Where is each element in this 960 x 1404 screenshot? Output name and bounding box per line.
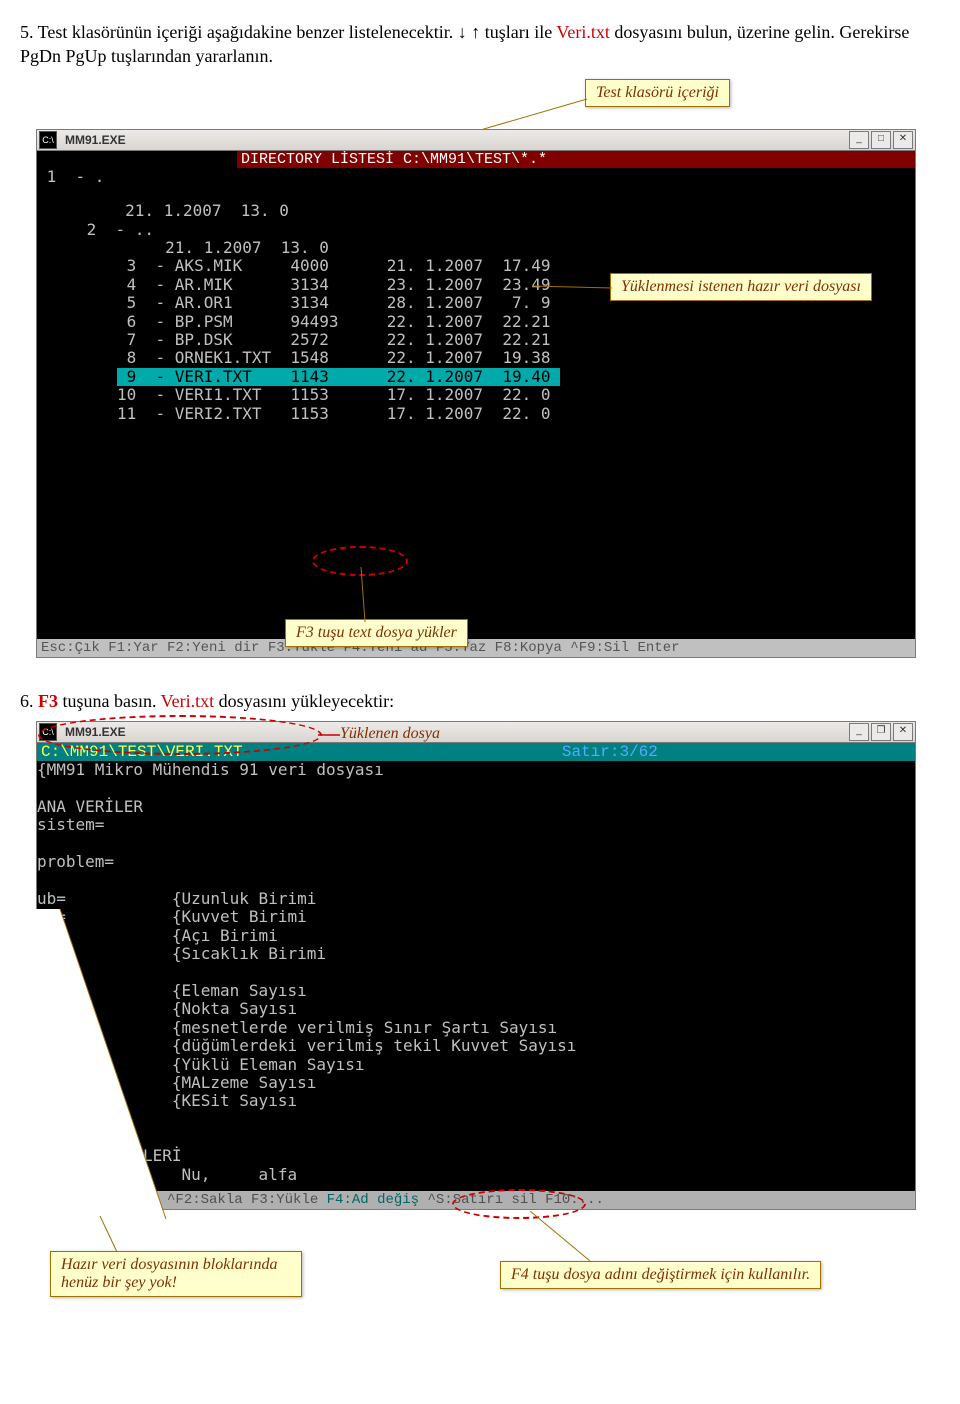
line-counter: Satır:3/62 [562,743,658,761]
term1-body: DIRECTORY LİSTESİ C:\MM91\TEST\*.* 1 - .… [37,151,915,639]
close-button[interactable]: ✕ [893,131,913,149]
directory-row[interactable]: 7 - BP.DSK 2572 22. 1.2007 22.21 [117,330,560,349]
file-path: C:\MM91\TEST\VERI.TXT [41,743,243,761]
minimize-button[interactable]: _ [849,131,869,149]
callout-f3-load: F3 tuşu text dosya yükler [285,619,468,647]
term2-titlebar: C:\ MM91.EXE _ ❐ ✕ [37,722,915,743]
close-button[interactable]: ✕ [893,723,913,741]
instr5-prefix: 5. Test klasörünün içeriği aşağıdakine b… [20,22,556,42]
dos-icon: C:\ [39,131,57,149]
dos-icon: C:\ [39,723,57,741]
maximize-button[interactable]: □ [871,131,891,149]
instr6-mid: tuşuna basın. [58,691,161,711]
directory-row[interactable]: 10 - VERI1.TXT 1153 17. 1.2007 22. 0 [117,385,560,404]
directory-row[interactable]: 8 - ORNEK1.TXT 1548 22. 1.2007 19.38 [117,348,560,367]
callout-line-f4 [530,1211,610,1263]
directory-row-selected[interactable]: 9 - VERI.TXT 1143 22. 1.2007 19.40 [117,368,560,386]
callout-empty-blocks: Hazır veri dosyasının bloklarında henüz … [50,1251,302,1297]
loaded-file-path-row: C:\MM91\TEST\VERI.TXT Satır:3/62 [37,743,915,761]
term2-title: MM91.EXE [61,725,849,739]
instruction-5: 5. Test klasörünün içeriği aşağıdakine b… [20,20,940,69]
restore-button[interactable]: ❐ [871,723,891,741]
term2-footer: Esc:Çı :Yardım ^F2:Sakla F3:Yükle F4:Ad … [37,1191,915,1209]
veritxt-filename: Veri.txt [556,22,610,42]
directory-row[interactable]: 5 - AR.OR1 3134 28. 1.2007 7. 9 [117,293,560,312]
directory-row[interactable]: 6 - BP.PSM 94493 22. 1.2007 22.21 [117,312,560,331]
veritxt2: Veri.txt [161,691,215,711]
callout-test-folder-content: Test klasörü içeriği [585,79,730,107]
term2-body: C:\MM91\TEST\VERI.TXT Satır:3/62 {MM91 M… [37,743,915,1191]
directory-row[interactable]: 11 - VERI2.TXT 1153 17. 1.2007 22. 0 [117,404,560,423]
directory-row[interactable]: 2 - .. 21. 1.2007 13. 0 3 - AKS.MIK 4000… [77,220,915,423]
callout-selected-file: Yüklenmesi istenen hazır veri dosyası [610,273,872,301]
directory-row[interactable]: 4 - AR.MIK 3134 23. 1.2007 23.49 [117,275,560,294]
directory-row[interactable]: 3 - AKS.MIK 4000 21. 1.2007 17.49 [117,256,560,275]
minimize-button[interactable]: _ [849,723,869,741]
term1-titlebar: C:\ MM91.EXE _ □ ✕ [37,130,915,151]
instruction-6: 6. F3 tuşuna basın. Veri.txt dosyasını y… [20,689,940,713]
f3-key: F3 [38,691,58,711]
file-content: {MM91 Mikro Mühendis 91 veri dosyası ANA… [37,761,915,1184]
callout-f4-rename: F4 tuşu dosya adını değiştirmek için kul… [500,1261,821,1289]
label-loaded-file: Yüklenen dosya [340,725,440,743]
term1-footer: Esc:Çık F1:Yar F2:Yeni dir F3:Yükle F4:Y… [37,639,915,657]
terminal-window-2: C:\ MM91.EXE _ ❐ ✕ C:\MM91\TEST\VERI.TXT… [36,721,916,1210]
callout-line-blocks [95,1216,135,1254]
term1-title: MM91.EXE [61,133,849,147]
instr6-prefix: 6. [20,691,38,711]
instr6-suffix: dosyasını yükleyecektir: [214,691,394,711]
terminal-window-1: C:\ MM91.EXE _ □ ✕ DIRECTORY LİSTESİ C:\… [36,129,916,658]
directory-header: DIRECTORY LİSTESİ C:\MM91\TEST\*.* [237,151,915,168]
